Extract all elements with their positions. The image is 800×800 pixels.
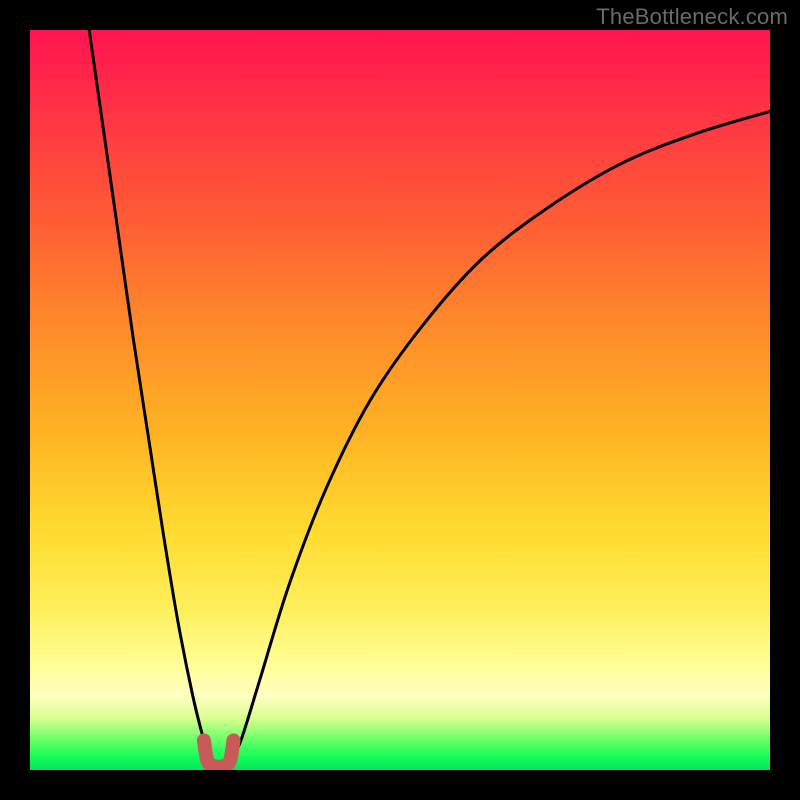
plot-area bbox=[30, 30, 770, 770]
chart-frame: TheBottleneck.com bbox=[0, 0, 800, 800]
curve-layer bbox=[30, 30, 770, 770]
valley-marker-curve bbox=[204, 740, 234, 767]
right-branch-curve bbox=[230, 111, 770, 762]
left-branch-curve bbox=[89, 30, 211, 763]
watermark-text: TheBottleneck.com bbox=[596, 4, 788, 30]
